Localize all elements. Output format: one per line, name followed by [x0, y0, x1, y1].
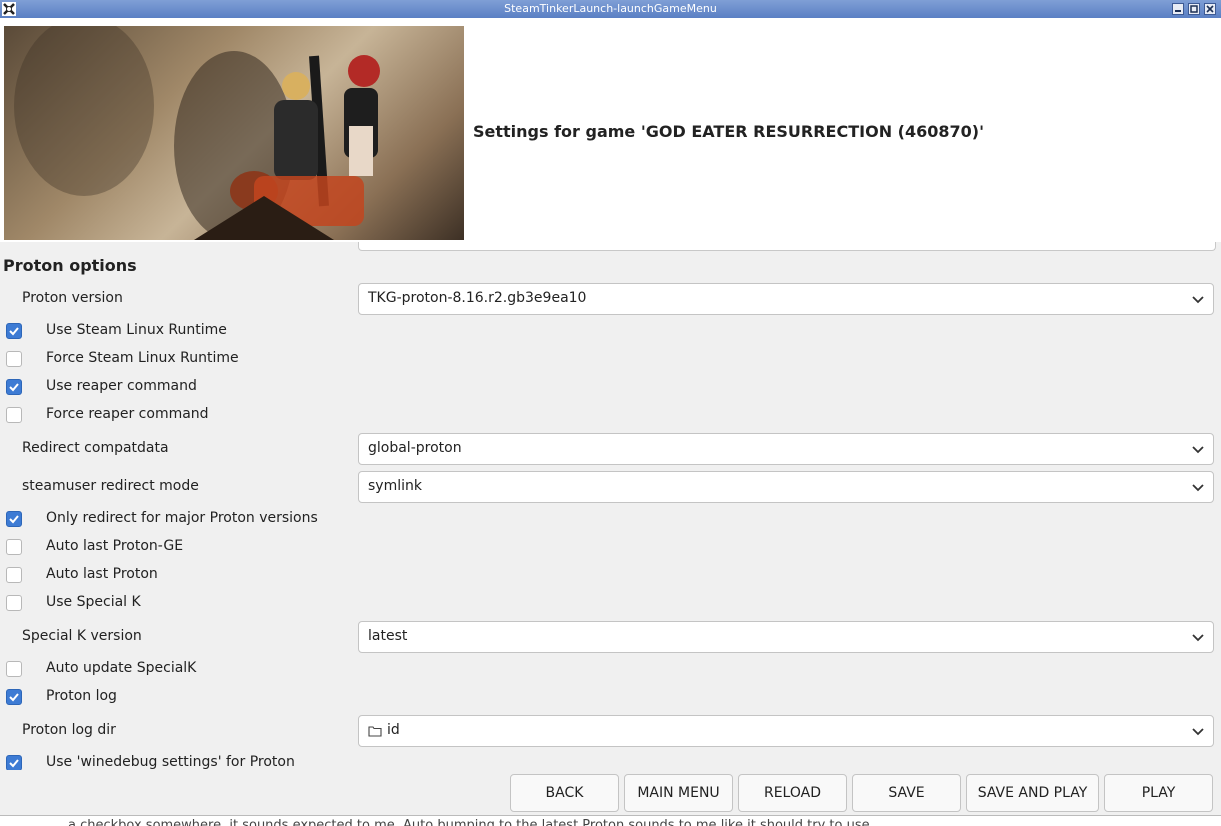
- save-button[interactable]: SAVE: [852, 774, 961, 812]
- auto-last-proton-row[interactable]: Auto last Proton: [0, 565, 400, 585]
- minimize-button[interactable]: [1172, 3, 1184, 15]
- auto-update-specialk-label: Auto update SpecialK: [46, 660, 197, 676]
- force-reaper-row[interactable]: Force reaper command: [0, 405, 400, 425]
- proton-log-row[interactable]: Proton log: [0, 687, 400, 707]
- checkmark-icon: [9, 327, 19, 336]
- auto-last-proton-ge-checkbox[interactable]: [6, 539, 22, 555]
- use-reaper-label: Use reaper command: [46, 378, 197, 394]
- checkmark-icon: [9, 515, 19, 524]
- use-winedebug-checkbox[interactable]: [6, 755, 22, 770]
- proton-version-label: Proton version: [22, 290, 123, 306]
- window-title: SteamTinkerLaunch-launchGameMenu: [504, 2, 717, 15]
- use-special-k-checkbox[interactable]: [6, 595, 22, 611]
- auto-update-specialk-row[interactable]: Auto update SpecialK: [0, 659, 400, 679]
- folder-icon: [368, 726, 382, 737]
- maximize-icon: [1190, 5, 1198, 13]
- force-reaper-checkbox[interactable]: [6, 407, 22, 423]
- auto-last-proton-label: Auto last Proton: [46, 566, 158, 582]
- redirect-compatdata-select[interactable]: global-proton: [358, 433, 1214, 465]
- proton-version-row: Proton version TKG-proton-8.16.r2.gb3e9e…: [0, 283, 1221, 315]
- chevron-down-icon: [1192, 296, 1204, 304]
- special-k-version-label: Special K version: [22, 628, 142, 644]
- background-window-text: a checkbox somewhere, it sounds expected…: [0, 815, 1221, 826]
- checkmark-icon: [9, 693, 19, 702]
- proton-log-dir-select[interactable]: id: [358, 715, 1214, 747]
- auto-last-proton-ge-row[interactable]: Auto last Proton-GE: [0, 537, 400, 557]
- steamuser-redirect-row: steamuser redirect mode symlink: [0, 471, 1221, 503]
- special-k-version-row: Special K version latest: [0, 621, 1221, 653]
- back-button[interactable]: BACK: [510, 774, 619, 812]
- auto-last-proton-checkbox[interactable]: [6, 567, 22, 583]
- save-and-play-button[interactable]: SAVE AND PLAY: [966, 774, 1099, 812]
- proton-log-label: Proton log: [46, 688, 117, 704]
- proton-log-dir-row: Proton log dir id: [0, 715, 1221, 747]
- play-button[interactable]: PLAY: [1104, 774, 1213, 812]
- checkmark-icon: [9, 759, 19, 768]
- close-icon: [1206, 5, 1214, 13]
- use-winedebug-row[interactable]: Use 'winedebug settings' for Proton: [0, 753, 400, 770]
- redirect-compatdata-row: Redirect compatdata global-proton: [0, 433, 1221, 465]
- auto-last-proton-ge-label: Auto last Proton-GE: [46, 538, 184, 554]
- special-k-version-select[interactable]: latest: [358, 621, 1214, 653]
- redirect-compatdata-label: Redirect compatdata: [22, 440, 169, 456]
- maximize-button[interactable]: [1188, 3, 1200, 15]
- force-steam-linux-runtime-label: Force Steam Linux Runtime: [46, 350, 239, 366]
- only-redirect-major-label: Only redirect for major Proton versions: [46, 510, 318, 526]
- redirect-compatdata-value: global-proton: [368, 440, 462, 456]
- proton-version-value: TKG-proton-8.16.r2.gb3e9ea10: [368, 290, 587, 306]
- game-banner-image: [4, 26, 464, 240]
- banner-artwork: [14, 26, 380, 240]
- use-winedebug-label: Use 'winedebug settings' for Proton: [46, 754, 295, 770]
- chevron-down-icon: [1192, 634, 1204, 642]
- section-title: Proton options: [3, 256, 137, 275]
- proton-log-dir-label: Proton log dir: [22, 722, 116, 738]
- chevron-down-icon: [1192, 484, 1204, 492]
- special-k-version-value: latest: [368, 628, 408, 644]
- proton-version-select[interactable]: TKG-proton-8.16.r2.gb3e9ea10: [358, 283, 1214, 315]
- proton-log-checkbox[interactable]: [6, 689, 22, 705]
- close-button[interactable]: [1204, 3, 1216, 15]
- use-reaper-row[interactable]: Use reaper command: [0, 377, 400, 397]
- force-steam-linux-runtime-row[interactable]: Force Steam Linux Runtime: [0, 349, 400, 369]
- use-special-k-row[interactable]: Use Special K: [0, 593, 400, 613]
- minimize-icon: [1175, 10, 1181, 12]
- steamuser-redirect-value: symlink: [368, 478, 422, 494]
- auto-update-specialk-checkbox[interactable]: [6, 661, 22, 677]
- game-title: Settings for game 'GOD EATER RESURRECTIO…: [473, 122, 984, 141]
- reload-button[interactable]: RELOAD: [738, 774, 847, 812]
- use-steam-linux-runtime-row[interactable]: Use Steam Linux Runtime: [0, 321, 400, 341]
- scrolled-field-edge: [358, 242, 1216, 251]
- button-bar: BACK MAIN MENU RELOAD SAVE SAVE AND PLAY…: [0, 770, 1221, 814]
- only-redirect-major-row[interactable]: Only redirect for major Proton versions: [0, 509, 400, 529]
- checkmark-icon: [9, 383, 19, 392]
- use-reaper-checkbox[interactable]: [6, 379, 22, 395]
- chevron-down-icon: [1192, 446, 1204, 454]
- force-reaper-label: Force reaper command: [46, 406, 209, 422]
- steamuser-redirect-label: steamuser redirect mode: [22, 478, 199, 494]
- steamuser-redirect-select[interactable]: symlink: [358, 471, 1214, 503]
- game-header: Settings for game 'GOD EATER RESURRECTIO…: [0, 18, 1221, 242]
- force-steam-linux-runtime-checkbox[interactable]: [6, 351, 22, 367]
- use-steam-linux-runtime-checkbox[interactable]: [6, 323, 22, 339]
- window-titlebar[interactable]: SteamTinkerLaunch-launchGameMenu: [0, 0, 1221, 18]
- proton-log-dir-value: id: [387, 722, 400, 738]
- chevron-down-icon: [1192, 728, 1204, 736]
- main-menu-button[interactable]: MAIN MENU: [624, 774, 733, 812]
- only-redirect-major-checkbox[interactable]: [6, 511, 22, 527]
- use-steam-linux-runtime-label: Use Steam Linux Runtime: [46, 322, 227, 338]
- use-special-k-label: Use Special K: [46, 594, 141, 610]
